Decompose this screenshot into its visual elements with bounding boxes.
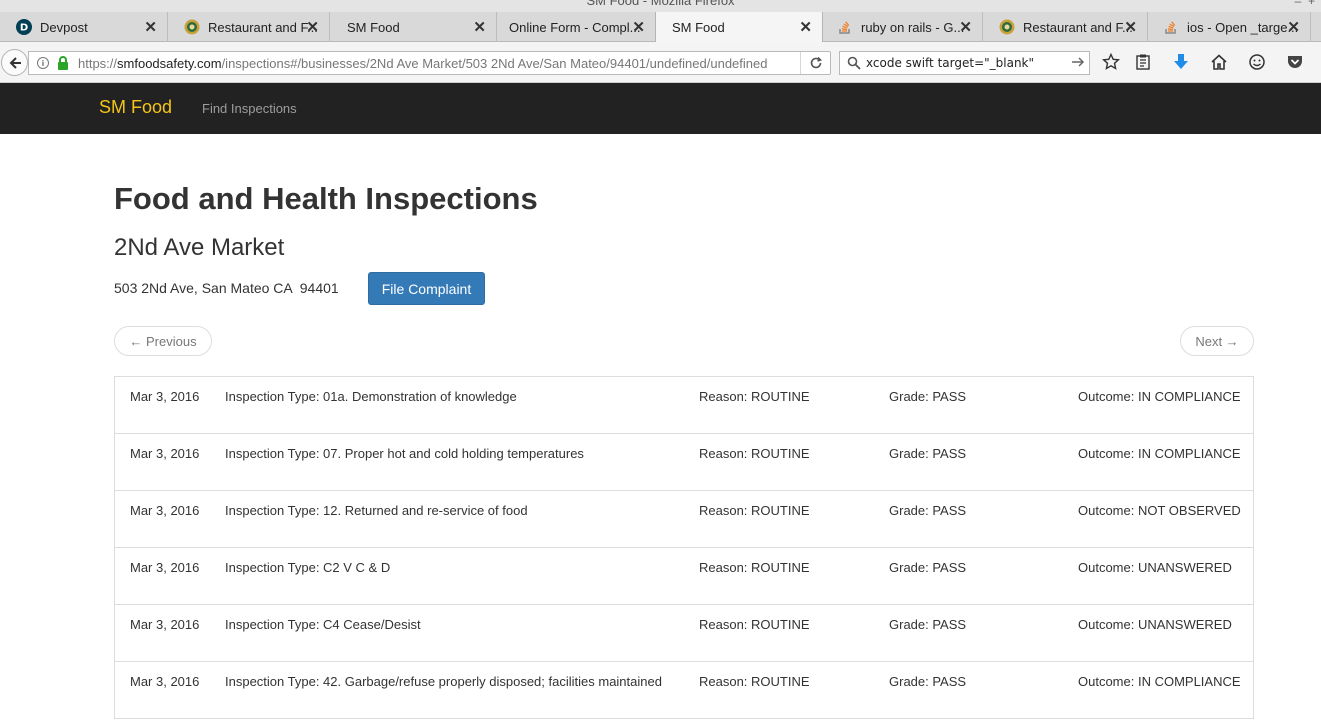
reload-icon[interactable] — [800, 52, 830, 74]
inspection-outcome: Outcome: UNANSWERED — [1078, 560, 1232, 575]
inspection-reason: Reason: ROUTINE — [699, 389, 810, 404]
pocket-icon[interactable] — [1285, 52, 1305, 72]
business-name: 2Nd Ave Market — [114, 234, 285, 261]
search-go-icon[interactable] — [1071, 55, 1085, 69]
stackoverflow-icon — [837, 19, 853, 35]
inspection-grade: Grade: PASS — [889, 617, 967, 632]
table-row: Mar 3, 2016 Inspection Type: 01a. Demonst… — [115, 377, 1253, 434]
browser-tab[interactable]: ios - Open _targe... ✕ — [1147, 12, 1311, 42]
bookmark-star-icon[interactable] — [1101, 52, 1121, 72]
home-icon[interactable] — [1209, 52, 1229, 72]
inspection-type: Inspection Type: 07. Proper hot and cold… — [225, 446, 584, 461]
inspection-date: Mar 3, 2016 — [130, 389, 200, 404]
inspection-outcome: Outcome: UNANSWERED — [1078, 617, 1232, 632]
inspection-outcome: Outcome: IN COMPLIANCE — [1078, 389, 1241, 404]
inspection-reason: Reason: ROUTINE — [699, 560, 810, 575]
downloads-icon[interactable] — [1171, 52, 1191, 72]
file-complaint-button[interactable]: File Complaint — [368, 272, 485, 305]
tab-close-icon[interactable]: ✕ — [959, 18, 972, 36]
tab-close-icon[interactable]: ✕ — [306, 18, 319, 36]
back-arrow-icon — [9, 56, 21, 69]
window-titlebar: SM Food - Mozilla Firefox – + — [0, 0, 1321, 12]
inspection-type: Inspection Type: 42. Garbage/refuse prop… — [225, 674, 662, 689]
browser-tab[interactable]: D Devpost ✕ — [0, 12, 168, 42]
table-row: Mar 3, 2016 Inspection Type: 12. Returned… — [115, 491, 1253, 548]
reading-list-icon[interactable] — [1133, 52, 1153, 72]
business-address: 503 2Nd Ave, San Mateo CA 94401 — [114, 280, 339, 296]
hello-chat-icon[interactable] — [1247, 52, 1267, 72]
url-scheme: https:// — [78, 55, 118, 71]
inspection-grade: Grade: PASS — [889, 503, 967, 518]
inspection-outcome: Outcome: IN COMPLIANCE — [1078, 674, 1241, 689]
search-input[interactable] — [866, 56, 1066, 70]
inspection-date: Mar 3, 2016 — [130, 674, 200, 689]
tab-close-icon[interactable]: ✕ — [144, 18, 157, 36]
table-row: Mar 3, 2016 Inspection Type: 07. Proper h… — [115, 434, 1253, 491]
tab-strip: D Devpost ✕ Restaurant and F... ✕ SM Food ✕ Onl… — [0, 12, 1321, 43]
search-icon — [847, 56, 861, 70]
browser-tab[interactable]: Restaurant and F... ✕ — [983, 12, 1148, 42]
browser-tab[interactable]: Restaurant and F... ✕ — [168, 12, 330, 42]
search-bar[interactable] — [839, 51, 1090, 75]
url-text[interactable]: https://smfoodsafety.com/inspections#/bu… — [78, 56, 800, 71]
tab-close-icon[interactable]: ✕ — [1287, 18, 1300, 36]
inspection-outcome: Outcome: NOT OBSERVED — [1078, 503, 1241, 518]
window-title: SM Food - Mozilla Firefox — [586, 0, 735, 8]
inspection-grade: Grade: PASS — [889, 560, 967, 575]
inspection-reason: Reason: ROUTINE — [699, 446, 810, 461]
inspection-grade: Grade: PASS — [889, 446, 967, 461]
page-title: Food and Health Inspections — [114, 181, 538, 216]
inspection-grade: Grade: PASS — [889, 389, 967, 404]
url-path: /inspections#/businesses/2Nd Ave Market/… — [221, 55, 768, 71]
table-row: Mar 3, 2016 Inspection Type: 42. Garbage/… — [115, 662, 1253, 719]
inspection-date: Mar 3, 2016 — [130, 503, 200, 518]
inspection-type: Inspection Type: C2 V C & D — [225, 560, 391, 575]
info-icon[interactable]: i — [37, 57, 49, 69]
inspection-date: Mar 3, 2016 — [130, 446, 200, 461]
inspection-date: Mar 3, 2016 — [130, 560, 200, 575]
table-row: Mar 3, 2016 Inspection Type: C4 Cease/Des… — [115, 605, 1253, 662]
seal-icon — [184, 19, 200, 35]
lock-icon — [58, 56, 68, 70]
table-row: Mar 3, 2016 Inspection Type: C2 V C & D Re… — [115, 548, 1253, 605]
url-host: smfoodsafety.com — [117, 55, 222, 71]
svg-text:D: D — [20, 23, 28, 34]
browser-toolbar: i https://smfoodsafety.com/inspections#/… — [0, 42, 1321, 83]
inspection-date: Mar 3, 2016 — [130, 617, 200, 632]
inspection-outcome: Outcome: IN COMPLIANCE — [1078, 446, 1241, 461]
browser-tab[interactable]: SM Food ✕ — [331, 12, 497, 42]
stackoverflow-icon — [1163, 19, 1179, 35]
inspection-type: Inspection Type: C4 Cease/Desist — [225, 617, 421, 632]
url-bar[interactable]: i https://smfoodsafety.com/inspections#/… — [28, 51, 831, 75]
site-navbar: SM Food Find Inspections — [0, 83, 1321, 134]
inspection-reason: Reason: ROUTINE — [699, 617, 810, 632]
browser-tab[interactable]: Online Form - Compl... ✕ — [493, 12, 656, 42]
devpost-icon: D — [16, 19, 32, 35]
inspection-grade: Grade: PASS — [889, 674, 967, 689]
previous-button[interactable]: ← Previous — [114, 326, 212, 356]
inspection-type: Inspection Type: 12. Returned and re-ser… — [225, 503, 528, 518]
browser-tab[interactable]: SM Food ✕ — [655, 12, 823, 43]
back-button[interactable] — [1, 49, 28, 76]
tab-close-icon[interactable]: ✕ — [473, 18, 486, 36]
seal-icon — [999, 19, 1015, 35]
inspection-reason: Reason: ROUTINE — [699, 674, 810, 689]
inspection-type: Inspection Type: 01a. Demonstration of k… — [225, 389, 517, 404]
browser-tab[interactable]: ruby on rails - G... ✕ — [821, 12, 983, 42]
next-button[interactable]: Next → — [1180, 326, 1254, 356]
brand-link[interactable]: SM Food — [99, 97, 172, 118]
tab-close-icon[interactable]: ✕ — [1124, 18, 1137, 36]
window-controls[interactable]: – + — [1295, 0, 1315, 8]
inspections-table: Mar 3, 2016 Inspection Type: 01a. Demonst… — [114, 376, 1254, 719]
tab-close-icon[interactable]: ✕ — [632, 18, 645, 36]
tab-close-icon[interactable]: ✕ — [799, 18, 812, 36]
find-inspections-link[interactable]: Find Inspections — [202, 101, 297, 116]
inspection-reason: Reason: ROUTINE — [699, 503, 810, 518]
